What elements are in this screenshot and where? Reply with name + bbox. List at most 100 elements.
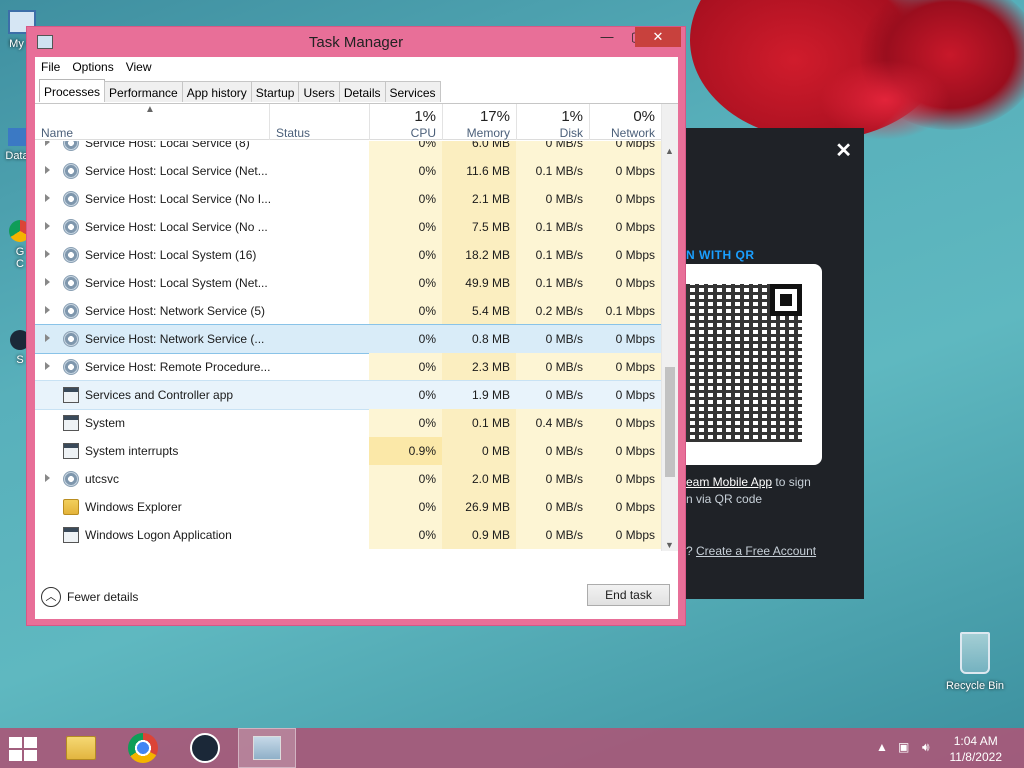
process-name: System (85, 416, 126, 430)
column-header-memory[interactable]: 17% Memory (442, 104, 516, 140)
table-row[interactable]: Service Host: Local System (Net... 0% 49.9… (35, 269, 661, 297)
table-row[interactable]: Service Host: Local System (16) 0% 18.2 MB… (35, 241, 661, 269)
tab-performance[interactable]: Performance (104, 81, 183, 102)
cell-network: 0 Mbps (615, 388, 655, 402)
cell-cpu: 0% (418, 332, 436, 346)
vertical-scrollbar[interactable]: ▲ ▼ (661, 104, 678, 551)
tab-users[interactable]: Users (298, 81, 340, 102)
cell-memory: 1.9 MB (471, 388, 510, 402)
process-list: ▲ Name Status 1% CPU 17% Memory 1% Disk (35, 104, 678, 597)
cell-disk: 0 MB/s (545, 141, 583, 150)
windows-logo-icon-part (9, 750, 22, 761)
menu-file[interactable]: File (41, 60, 60, 74)
table-row[interactable]: Services and Controller app 0% 1.9 MB 0 MB/… (35, 380, 661, 410)
tab-details[interactable]: Details (338, 81, 386, 102)
clock-time: 1:04 AM (953, 734, 998, 748)
cell-memory: 0 MB (481, 444, 510, 458)
taskbar-task-manager[interactable] (238, 728, 296, 768)
taskbar-chrome[interactable] (114, 728, 172, 768)
volume-icon[interactable]: 🔊︎ (922, 740, 930, 755)
gear-icon (63, 331, 79, 347)
qr-instructions-text: to sign (772, 475, 811, 489)
expand-arrow-icon[interactable] (45, 306, 50, 314)
table-row[interactable]: Service Host: Local Service (No I... 0% 2.… (35, 185, 661, 213)
table-row[interactable]: Service Host: Remote Procedure... 0% 2.3 M… (35, 353, 661, 381)
column-header-name[interactable]: ▲ Name (35, 104, 269, 140)
column-header-disk[interactable]: 1% Disk (516, 104, 589, 140)
menu-view[interactable]: View (126, 60, 152, 74)
task-manager-window: Task Manager — ▢ ✕ File Options View Pro… (26, 26, 686, 626)
table-row[interactable]: System 0% 0.1 MB 0.4 MB/s 0 Mbps (35, 409, 661, 437)
gear-icon (63, 471, 79, 487)
window-title: Task Manager (308, 34, 404, 51)
tab-processes[interactable]: Processes (39, 79, 106, 102)
table-row[interactable]: Service Host: Network Service (5) 0% 5.4 M… (35, 297, 661, 325)
table-row[interactable]: Service Host: Local Service (8) 0% 6.0 MB 0… (35, 141, 661, 157)
close-button[interactable]: ✕ (635, 27, 681, 47)
cell-cpu: 0% (418, 500, 436, 514)
cell-network: 0 Mbps (615, 416, 655, 430)
cell-disk: 0 MB/s (545, 192, 583, 206)
minimize-button[interactable]: — (592, 27, 622, 47)
desktop-icon-label: Recycle Bin (945, 680, 1005, 692)
taskbar-steam[interactable] (176, 728, 234, 768)
expand-arrow-icon[interactable] (45, 278, 50, 286)
cell-network: 0 Mbps (615, 332, 655, 346)
expand-arrow-icon[interactable] (45, 250, 50, 258)
fewer-details-button[interactable]: ︿ Fewer details (41, 587, 138, 607)
expand-arrow-icon[interactable] (45, 141, 50, 146)
table-row[interactable]: Service Host: Local Service (Net... 0% 11.… (35, 157, 661, 185)
scrollbar-thumb[interactable] (665, 367, 675, 477)
expand-arrow-icon[interactable] (45, 194, 50, 202)
expand-arrow-icon[interactable] (45, 362, 50, 370)
menu-options[interactable]: Options (72, 60, 113, 74)
expand-arrow-icon[interactable] (45, 222, 50, 230)
show-hidden-icons[interactable]: ▲ (876, 740, 888, 754)
table-row[interactable]: Windows Logon Application 0% 0.9 MB 0 MB/s 0… (35, 521, 661, 549)
cell-network: 0 Mbps (615, 276, 655, 290)
gear-icon (63, 219, 79, 235)
tab-app-history[interactable]: App history (181, 81, 252, 102)
expand-arrow-icon[interactable] (45, 166, 50, 174)
column-header-network[interactable]: 0% Network (589, 104, 661, 140)
table-row[interactable]: Service Host: Network Service (... 0% 0.8 … (35, 324, 661, 354)
gear-icon (63, 191, 79, 207)
process-name: Service Host: Network Service (5) (85, 304, 266, 318)
end-task-button[interactable]: End task (587, 584, 670, 606)
footer: ︿ Fewer details End task (35, 584, 678, 619)
expand-arrow-icon[interactable] (45, 474, 50, 482)
process-name: Service Host: Local Service (Net... (85, 164, 268, 178)
tab-startup[interactable]: Startup (250, 81, 300, 102)
table-row[interactable]: utcsvc 0% 2.0 MB 0 MB/s 0 Mbps (35, 465, 661, 493)
desktop-icon-label: S (16, 354, 24, 366)
scroll-up-icon[interactable]: ▲ (665, 146, 674, 156)
cell-disk: 0 MB/s (545, 500, 583, 514)
column-header-row: ▲ Name Status 1% CPU 17% Memory 1% Disk (35, 104, 661, 140)
column-label: Name (41, 126, 74, 140)
cell-memory: 0.1 MB (471, 416, 510, 430)
create-account-link[interactable]: Create a Free Account (696, 544, 816, 558)
steam-mobile-app-link[interactable]: eam Mobile App (686, 475, 772, 489)
process-name: Service Host: Local System (16) (85, 248, 257, 262)
expand-arrow-icon[interactable] (45, 334, 50, 342)
close-icon[interactable]: ✕ (835, 138, 852, 163)
column-header-cpu[interactable]: 1% CPU (369, 104, 442, 140)
column-header-status[interactable]: Status (269, 104, 369, 140)
table-row[interactable]: Service Host: Local Service (No ... 0% 7.5… (35, 213, 661, 241)
table-row[interactable]: Windows Explorer 0% 26.9 MB 0 MB/s 0 Mbps (35, 493, 661, 521)
process-name: Service Host: Remote Procedure... (85, 360, 271, 374)
tab-services[interactable]: Services (384, 81, 441, 102)
clock-date: 11/8/2022 (949, 750, 1003, 764)
cell-memory: 6.0 MB (471, 141, 510, 150)
title-bar[interactable]: Task Manager — ▢ ✕ (27, 27, 685, 55)
scroll-down-icon[interactable]: ▼ (665, 540, 674, 550)
clock[interactable]: 1:04 AM 11/8/2022 (950, 733, 1003, 765)
start-button[interactable] (9, 737, 37, 761)
qr-title: N WITH QR (686, 248, 755, 262)
cell-network: 0 Mbps (615, 141, 655, 150)
network-icon[interactable]: ▣ (898, 740, 909, 754)
table-row[interactable]: System interrupts 0.9% 0 MB 0 MB/s 0 Mbps (35, 437, 661, 465)
taskbar-file-explorer[interactable] (52, 728, 110, 768)
cell-disk: 0 MB/s (545, 388, 583, 402)
desktop-icon-recycle-bin[interactable]: Recycle Bin (940, 632, 1010, 692)
